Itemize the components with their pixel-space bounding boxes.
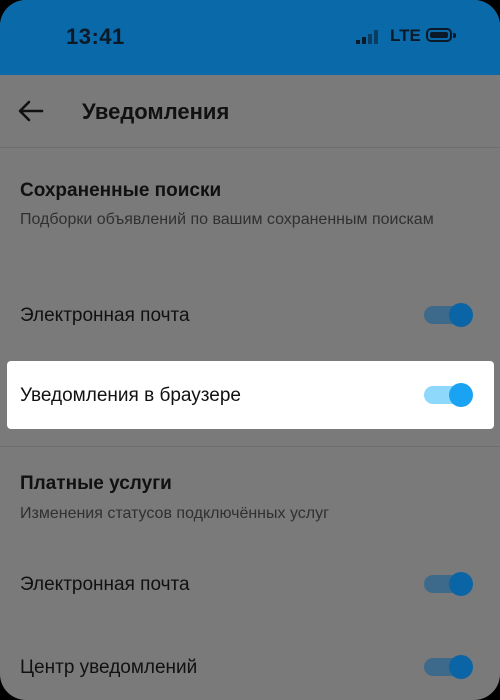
section-title-saved-searches: Сохраненные поиски xyxy=(20,180,222,201)
section-description-saved-searches: Подборки объявлений по вашим сохраненным… xyxy=(20,211,434,228)
section-description-paid-services: Изменения статусов подключённых услуг xyxy=(20,505,329,522)
notification-center-label: Центр уведомлений xyxy=(20,657,198,678)
toggle-knob xyxy=(449,572,473,596)
saved-searches-email-label: Электронная почта xyxy=(20,305,190,326)
paid-services-email-toggle[interactable] xyxy=(423,570,475,598)
toggle-knob xyxy=(449,303,473,327)
signal-icon xyxy=(356,30,382,44)
paid-services-email-label: Электронная почта xyxy=(20,574,190,595)
battery-icon xyxy=(426,28,456,42)
network-type: LTE xyxy=(390,26,421,45)
toggle-knob xyxy=(449,655,473,679)
section-title-paid-services: Платные услуги xyxy=(20,473,172,494)
browser-notifications-toggle[interactable] xyxy=(423,381,475,409)
app-bar: Уведомления xyxy=(0,75,500,148)
status-bar: 13:41 LTE xyxy=(0,0,500,75)
browser-notifications-label: Уведомления в браузере xyxy=(20,385,241,406)
toggle-knob xyxy=(449,383,473,407)
status-time: 13:41 xyxy=(66,24,125,49)
section-divider xyxy=(0,446,500,447)
back-arrow-icon[interactable] xyxy=(18,99,44,123)
saved-searches-email-toggle[interactable] xyxy=(423,301,475,329)
browser-notifications-row[interactable]: Уведомления в браузере xyxy=(7,361,494,429)
phone-screen: 13:41 LTE Уведомления Сохраненные поиски… xyxy=(0,0,500,700)
page-title: Уведомления xyxy=(82,99,230,124)
notification-center-toggle[interactable] xyxy=(423,653,475,681)
